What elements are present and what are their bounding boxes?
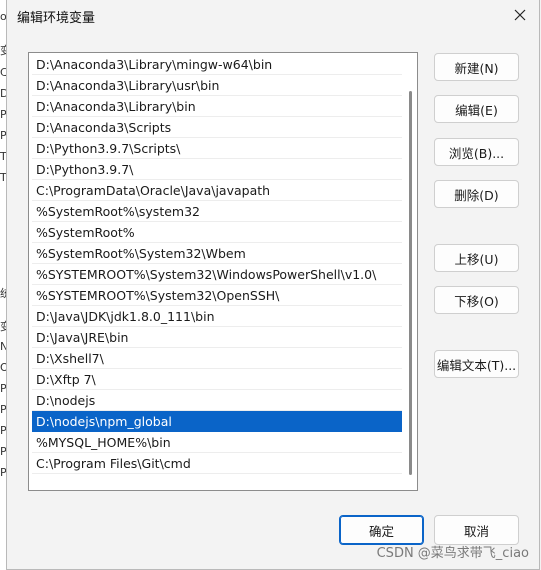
browse-button[interactable]: 浏览(B)...: [434, 138, 519, 166]
path-list-item[interactable]: D:\Xshell7\: [32, 348, 402, 369]
path-list-item[interactable]: D:\nodejs\npm_global: [32, 411, 402, 432]
move-down-button[interactable]: 下移(O): [434, 286, 519, 314]
edit-environment-variable-dialog: 编辑环境变量 D:\Anaconda3\Library\mingw-w64\bi…: [6, 0, 540, 570]
dialog-title: 编辑环境变量: [17, 11, 96, 26]
delete-button[interactable]: 删除(D): [434, 180, 519, 208]
path-list-item[interactable]: D:\Java\JRE\bin: [32, 327, 402, 348]
path-list-item[interactable]: %SYSTEMROOT%\System32\OpenSSH\: [32, 285, 402, 306]
vertical-scrollbar[interactable]: [406, 55, 416, 488]
path-list-item[interactable]: D:\Anaconda3\Scripts: [32, 117, 402, 138]
move-up-button[interactable]: 上移(U): [434, 244, 519, 272]
path-list-item[interactable]: D:\Python3.9.7\Scripts\: [32, 138, 402, 159]
path-list-item[interactable]: C:\Program Files\Git\cmd: [32, 453, 402, 474]
path-list-item[interactable]: %SystemRoot%: [32, 222, 402, 243]
edit-button[interactable]: 编辑(E): [434, 95, 519, 123]
title-bar[interactable]: 编辑环境变量: [7, 0, 539, 30]
path-list-rows: D:\Anaconda3\Library\mingw-w64\bin D:\Ana…: [32, 54, 402, 474]
path-list-item[interactable]: D:\Java\JDK\jdk1.8.0_111\bin: [32, 306, 402, 327]
path-list[interactable]: D:\Anaconda3\Library\mingw-w64\bin D:\Ana…: [28, 52, 418, 491]
path-list-item[interactable]: D:\Anaconda3\Library\mingw-w64\bin: [32, 54, 402, 75]
path-list-item[interactable]: D:\nodejs: [32, 390, 402, 411]
watermark: CSDN @菜鸟求带飞_ciao: [376, 546, 529, 561]
path-list-item[interactable]: %SystemRoot%\system32: [32, 201, 402, 222]
path-list-item[interactable]: D:\Anaconda3\Library\bin: [32, 96, 402, 117]
ok-button[interactable]: 确定: [339, 515, 424, 545]
path-list-item[interactable]: D:\Anaconda3\Library\usr\bin: [32, 75, 402, 96]
edit-text-button[interactable]: 编辑文本(T)...: [434, 350, 519, 378]
path-list-item[interactable]: %MYSQL_HOME%\bin: [32, 432, 402, 453]
new-button[interactable]: 新建(N): [434, 53, 519, 81]
cancel-button[interactable]: 取消: [434, 515, 519, 545]
scrollbar-thumb[interactable]: [409, 91, 412, 475]
path-list-item[interactable]: C:\ProgramData\Oracle\Java\javapath: [32, 180, 402, 201]
close-icon: [514, 9, 526, 21]
path-list-item[interactable]: %SYSTEMROOT%\System32\WindowsPowerShell\…: [32, 264, 402, 285]
close-button[interactable]: [507, 4, 533, 26]
path-list-item[interactable]: %SystemRoot%\System32\Wbem: [32, 243, 402, 264]
path-list-item[interactable]: D:\Xftp 7\: [32, 369, 402, 390]
path-list-item[interactable]: D:\Python3.9.7\: [32, 159, 402, 180]
